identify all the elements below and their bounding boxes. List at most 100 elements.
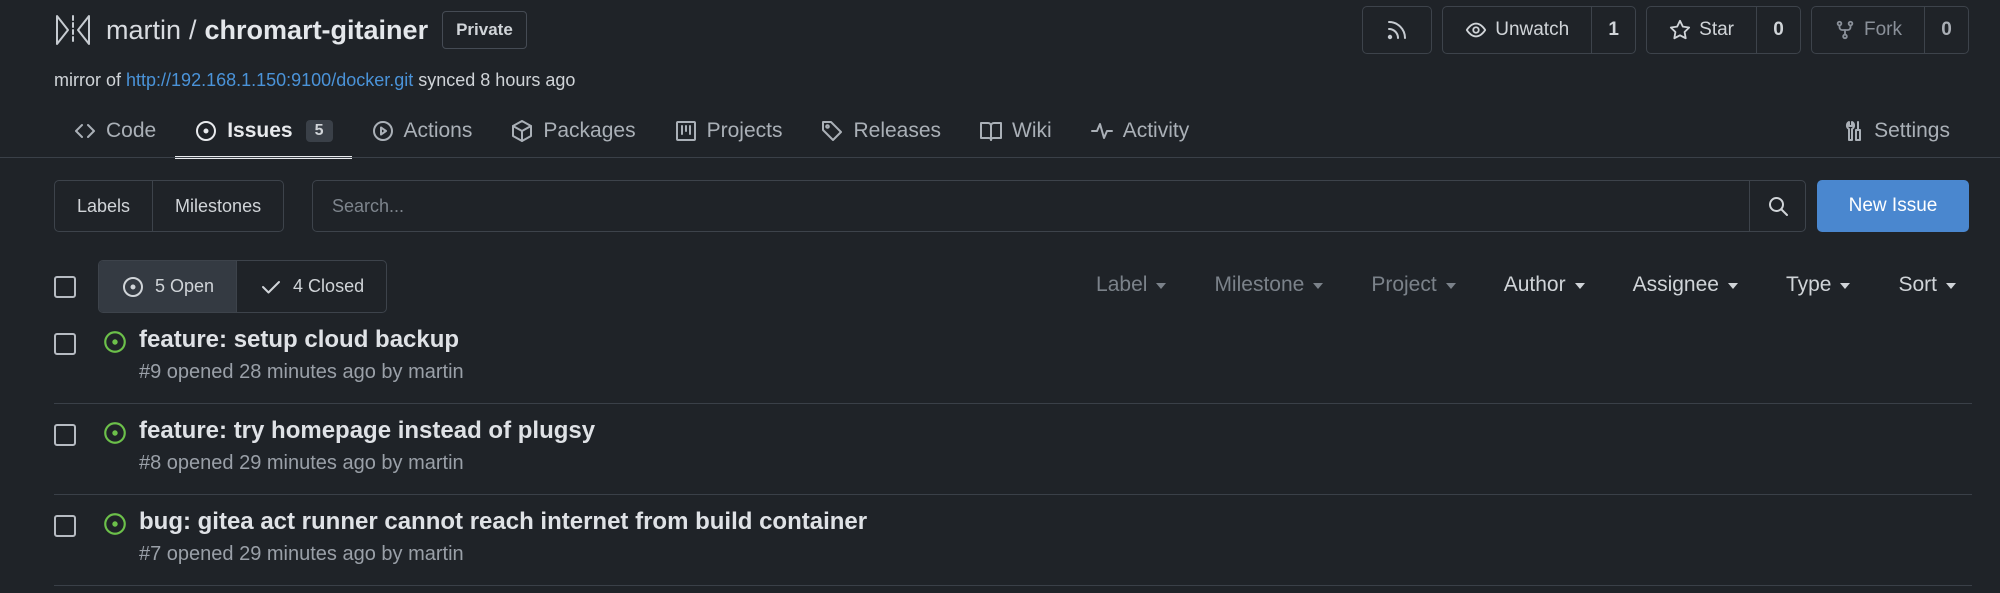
play-circle-icon bbox=[371, 119, 395, 143]
issue-state-switch: 5 Open 4 Closed bbox=[98, 260, 388, 313]
project-filter-label: Project bbox=[1371, 273, 1437, 296]
issue-title-link[interactable]: feature: try homepage instead of plugsy bbox=[139, 417, 595, 445]
tab-issues[interactable]: Issues 5 bbox=[175, 104, 352, 159]
closed-issues-button[interactable]: 4 Closed bbox=[236, 261, 386, 312]
issue-title-link[interactable]: feature: setup cloud backup bbox=[139, 326, 459, 354]
tab-settings-label: Settings bbox=[1874, 119, 1950, 142]
rss-feed-button[interactable] bbox=[1362, 6, 1433, 54]
caret-down-icon bbox=[1946, 283, 1956, 289]
author-filter-dropdown[interactable]: Author bbox=[1504, 273, 1585, 297]
check-icon bbox=[259, 275, 283, 299]
select-all-checkbox[interactable] bbox=[54, 276, 76, 298]
issue-filters: Label Milestone Project Author Assignee … bbox=[1096, 270, 1956, 300]
type-filter-dropdown[interactable]: Type bbox=[1786, 273, 1851, 297]
fork-icon bbox=[1834, 19, 1856, 41]
type-filter-label: Type bbox=[1785, 273, 1832, 296]
caret-down-icon bbox=[1574, 283, 1585, 289]
tab-releases-label: Releases bbox=[853, 119, 942, 142]
sort-dropdown[interactable]: Sort bbox=[1898, 273, 1956, 297]
open-issues-label: 5 Open bbox=[155, 276, 215, 296]
issue-open-icon bbox=[102, 511, 128, 537]
star-button-group: Star 0 bbox=[1646, 6, 1801, 54]
project-board-icon bbox=[674, 119, 698, 143]
tab-wiki[interactable]: Wiki bbox=[960, 104, 1071, 158]
book-icon bbox=[979, 119, 1003, 143]
fork-button-group: Fork 0 bbox=[1811, 6, 1969, 54]
pulse-icon bbox=[1090, 119, 1114, 143]
mirror-url-link[interactable]: http://192.168.1.150:9100/docker.git bbox=[126, 70, 413, 90]
tab-settings[interactable]: Settings bbox=[1822, 104, 1969, 158]
issue-search bbox=[312, 180, 1806, 232]
tab-activity-label: Activity bbox=[1122, 119, 1190, 142]
repo-actions: Unwatch 1 Star 0 Fork 0 bbox=[1362, 6, 1969, 54]
label-filter-label: Label bbox=[1096, 273, 1148, 296]
issue-checkbox[interactable] bbox=[54, 424, 76, 446]
issue-meta: #9 opened 28 minutes ago by martin bbox=[139, 361, 464, 383]
visibility-badge: Private bbox=[442, 11, 527, 49]
unwatch-button[interactable]: Unwatch bbox=[1443, 7, 1591, 53]
star-button[interactable]: Star bbox=[1647, 7, 1756, 53]
eye-icon bbox=[1465, 19, 1487, 41]
issue-open-icon bbox=[102, 329, 128, 355]
search-button[interactable] bbox=[1749, 181, 1805, 231]
issue-meta: #8 opened 29 minutes ago by martin bbox=[139, 452, 464, 474]
watchers-count[interactable]: 1 bbox=[1591, 7, 1635, 53]
repo-header: martin / chromart-gitainer Private bbox=[54, 10, 527, 50]
tab-code-label: Code bbox=[106, 119, 157, 142]
repo-path-separator: / bbox=[189, 14, 197, 45]
caret-down-icon bbox=[1445, 283, 1456, 289]
issue-checkbox[interactable] bbox=[54, 515, 76, 537]
issue-title-link[interactable]: bug: gitea act runner cannot reach inter… bbox=[139, 508, 867, 536]
tab-wiki-label: Wiki bbox=[1012, 119, 1052, 142]
milestones-button[interactable]: Milestones bbox=[152, 181, 283, 231]
issue-list: feature: setup cloud backup #9 opened 28… bbox=[54, 313, 1972, 586]
forks-count[interactable]: 0 bbox=[1924, 7, 1968, 53]
rss-icon bbox=[1388, 21, 1407, 40]
unwatch-label: Unwatch bbox=[1495, 19, 1570, 40]
caret-down-icon bbox=[1840, 283, 1851, 289]
issue-row: feature: try homepage instead of plugsy … bbox=[54, 404, 1972, 495]
tab-packages-label: Packages bbox=[543, 119, 636, 142]
tab-projects[interactable]: Projects bbox=[655, 104, 802, 158]
repo-owner-link[interactable]: martin bbox=[106, 15, 181, 46]
tools-icon bbox=[1841, 119, 1865, 143]
assignee-filter-label: Assignee bbox=[1632, 273, 1719, 296]
open-issues-button[interactable]: 5 Open bbox=[99, 261, 237, 312]
labels-milestones-group: Labels Milestones bbox=[54, 180, 285, 232]
tab-releases[interactable]: Releases bbox=[801, 104, 960, 158]
fork-button[interactable]: Fork bbox=[1812, 7, 1924, 53]
tab-actions[interactable]: Actions bbox=[352, 104, 492, 158]
issue-icon bbox=[194, 119, 218, 143]
repo-name-link[interactable]: chromart-gitainer bbox=[205, 15, 429, 46]
milestone-filter-dropdown[interactable]: Milestone bbox=[1214, 273, 1324, 297]
labels-button[interactable]: Labels bbox=[55, 181, 152, 231]
new-issue-button[interactable]: New Issue bbox=[1817, 180, 1969, 232]
tab-packages[interactable]: Packages bbox=[491, 104, 654, 158]
code-icon bbox=[73, 119, 97, 143]
stars-count[interactable]: 0 bbox=[1756, 7, 1800, 53]
tab-issues-label: Issues bbox=[227, 119, 293, 142]
tab-actions-label: Actions bbox=[403, 119, 473, 142]
issue-checkbox[interactable] bbox=[54, 333, 76, 355]
search-icon bbox=[1768, 197, 1788, 216]
mirror-sync-status: synced 8 hours ago bbox=[418, 70, 576, 90]
issue-meta: #7 opened 29 minutes ago by martin bbox=[139, 543, 464, 565]
project-filter-dropdown[interactable]: Project bbox=[1371, 273, 1456, 297]
repo-nav-tabs: Code Issues 5 Actions Packages Projects … bbox=[54, 104, 2000, 159]
package-icon bbox=[510, 119, 534, 143]
issues-count-badge: 5 bbox=[305, 120, 333, 142]
issue-row: feature: setup cloud backup #9 opened 28… bbox=[54, 313, 1972, 404]
issue-open-icon bbox=[102, 420, 128, 446]
caret-down-icon bbox=[1313, 283, 1324, 289]
issue-open-icon bbox=[121, 275, 145, 299]
assignee-filter-dropdown[interactable]: Assignee bbox=[1633, 273, 1738, 297]
search-input[interactable] bbox=[313, 181, 1749, 231]
tab-activity[interactable]: Activity bbox=[1071, 104, 1209, 158]
tab-code[interactable]: Code bbox=[54, 104, 175, 158]
label-filter-dropdown[interactable]: Label bbox=[1096, 273, 1167, 297]
caret-down-icon bbox=[1156, 283, 1167, 289]
tab-projects-label: Projects bbox=[706, 119, 783, 142]
mirror-info: mirror of http://192.168.1.150:9100/dock… bbox=[54, 70, 575, 91]
watch-button-group: Unwatch 1 bbox=[1442, 6, 1637, 54]
closed-issues-label: 4 Closed bbox=[293, 276, 365, 296]
